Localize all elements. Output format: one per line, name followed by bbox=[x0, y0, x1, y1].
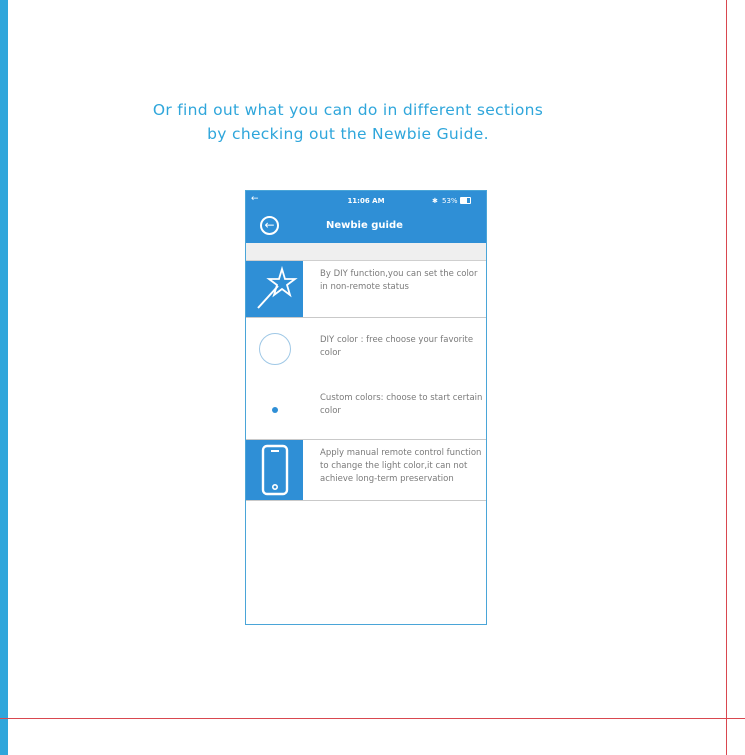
back-button[interactable]: ← bbox=[260, 216, 279, 235]
circle-icon bbox=[246, 318, 303, 380]
section-spacer bbox=[246, 243, 486, 261]
dot-icon bbox=[246, 380, 303, 439]
guide-item-text: By DIY function,you can set the color in… bbox=[320, 269, 478, 292]
guide-item-diy-color[interactable]: DIY color : free choose your favorite co… bbox=[246, 318, 486, 380]
guide-item-diy-function[interactable]: By DIY function,you can set the color in… bbox=[246, 261, 486, 318]
back-circle-arrow-icon: ← bbox=[264, 218, 275, 232]
guide-item-text: Custom colors: choose to start certain c… bbox=[320, 393, 483, 416]
guide-item-remote-control[interactable]: Apply manual remote control function to … bbox=[246, 440, 486, 501]
nav-bar: ← Newbie guide bbox=[246, 210, 486, 243]
guide-item-text: Apply manual remote control function to … bbox=[320, 448, 482, 484]
battery-icon bbox=[460, 197, 471, 204]
magic-wand-icon bbox=[246, 261, 303, 317]
trim-line-vertical bbox=[726, 0, 727, 755]
smartphone-icon bbox=[246, 440, 303, 500]
phone-screenshot: ← 11:06 AM ✱ 53% ← Newbie guide By DIY f… bbox=[245, 190, 487, 625]
bluetooth-icon: ✱ bbox=[432, 197, 438, 205]
left-accent-bar bbox=[0, 0, 8, 755]
guide-item-text: DIY color : free choose your favorite co… bbox=[320, 335, 474, 358]
guide-item-custom-colors[interactable]: Custom colors: choose to start certain c… bbox=[246, 380, 486, 440]
heading-line-2: by checking out the Newbie Guide. bbox=[207, 125, 489, 143]
status-bar: ← 11:06 AM ✱ 53% bbox=[246, 191, 486, 210]
nav-title: Newbie guide bbox=[326, 220, 403, 231]
battery-percent: 53% bbox=[442, 197, 458, 205]
heading-line-1: Or find out what you can do in different… bbox=[152, 101, 544, 119]
trim-line-horizontal bbox=[0, 718, 745, 719]
instruction-heading: Or find out what you can do in different… bbox=[110, 98, 586, 146]
